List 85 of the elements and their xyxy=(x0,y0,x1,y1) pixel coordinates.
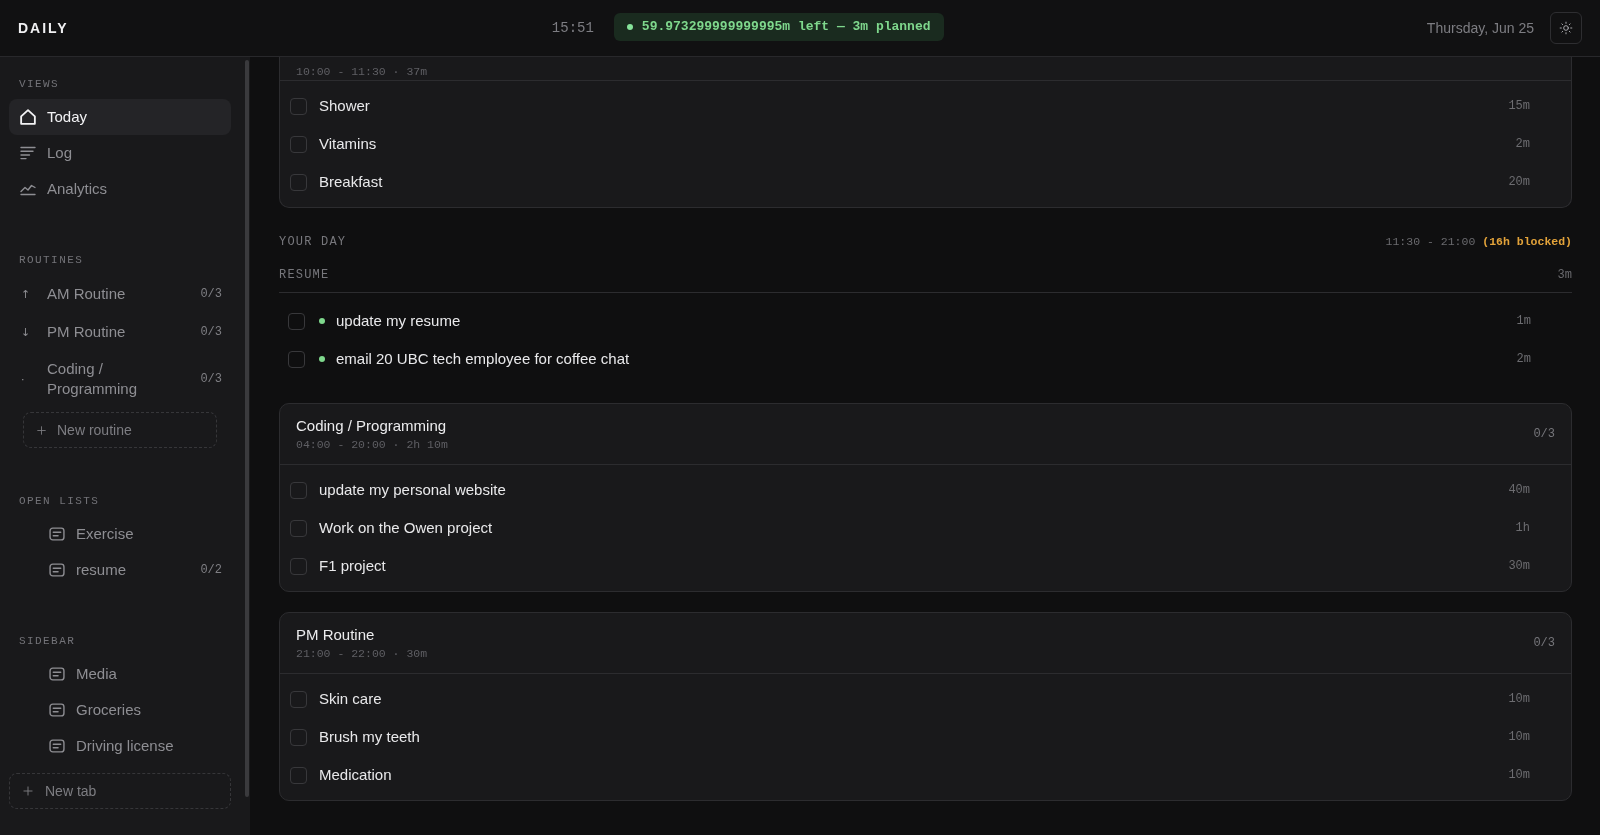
routine-title: PM Routine xyxy=(296,624,376,645)
checkbox[interactable] xyxy=(290,135,307,153)
routine-meta: 10:00 - 11:30 · 37m xyxy=(296,65,428,78)
checkbox[interactable] xyxy=(288,312,305,330)
task-count: 0/3 xyxy=(1533,635,1555,652)
task-duration: 10m xyxy=(1508,767,1530,784)
sidebar-item[interactable]: ↓ PM Routine 0/3 xyxy=(9,313,231,351)
task-label: Skin care xyxy=(319,689,382,709)
task-label: update my resume xyxy=(336,311,461,331)
task-duration: 10m xyxy=(1508,729,1530,746)
clock: 15:51 xyxy=(551,18,594,38)
checkbox[interactable] xyxy=(290,481,307,499)
section-label: VIEWS xyxy=(18,77,61,92)
time-left-text: 59.973299999999995m left — 3m planned xyxy=(641,17,931,36)
task-duration: 10m xyxy=(1508,691,1530,708)
task-count: 0/3 xyxy=(1533,426,1555,443)
task-duration: 20m xyxy=(1508,174,1530,191)
task-duration: 2m xyxy=(1516,351,1531,368)
checkbox[interactable] xyxy=(290,557,307,575)
sidebar-item[interactable]: Media xyxy=(9,656,231,692)
note-icon xyxy=(49,739,65,753)
day-range: 11:30 - 21:00 xyxy=(1385,234,1476,251)
task-label: Medication xyxy=(319,765,392,785)
routine-title: Coding / Programming xyxy=(296,415,448,436)
item-count: 0/3 xyxy=(200,286,222,303)
task-label: Work on the Owen project xyxy=(319,518,493,538)
task-duration: 40m xyxy=(1508,482,1530,499)
routine-marker: ↓ xyxy=(20,326,31,339)
routine-marker: ↑ xyxy=(20,288,31,301)
sidebar-item[interactable]: Groceries xyxy=(9,692,231,728)
routine-marker: · xyxy=(20,373,25,386)
plus-icon xyxy=(21,784,35,798)
new-routine-button[interactable]: New routine xyxy=(23,412,217,448)
home-icon xyxy=(20,109,36,125)
item-count: 0/2 xyxy=(200,562,222,579)
sidebar-item[interactable]: resume 0/2 xyxy=(9,552,231,588)
checkbox[interactable] xyxy=(290,173,307,191)
checkbox[interactable] xyxy=(290,519,307,537)
task-label: F1 project xyxy=(319,556,386,576)
routine-meta: 04:00 - 20:00 · 2h 10m xyxy=(296,436,448,453)
sidebar-item[interactable]: Today xyxy=(9,99,231,135)
lines-icon xyxy=(20,145,36,161)
section-label: YOUR DAY xyxy=(279,234,347,251)
note-icon xyxy=(49,527,65,541)
note-icon xyxy=(49,563,65,577)
sidebar-item[interactable]: Analytics xyxy=(9,171,231,207)
routine-meta: 21:00 - 22:00 · 30m xyxy=(296,645,428,662)
note-icon xyxy=(49,703,65,717)
checkbox[interactable] xyxy=(290,97,307,115)
sidebar-item[interactable]: Log xyxy=(9,135,231,171)
checkbox[interactable] xyxy=(290,728,307,746)
note-icon xyxy=(49,667,65,681)
new-tab-button[interactable]: New tab xyxy=(9,773,231,809)
task-label: Vitamins xyxy=(319,134,377,154)
blocked-note: (16h blocked) xyxy=(1482,234,1572,251)
date-label: Thursday, Jun 25 xyxy=(1426,18,1534,38)
checkbox[interactable] xyxy=(290,766,307,784)
item-count: 0/3 xyxy=(200,371,222,388)
plus-icon xyxy=(35,423,48,437)
item-count: 0/3 xyxy=(200,324,222,341)
section-label: ROUTINES xyxy=(18,253,85,268)
task-label: Brush my teeth xyxy=(319,727,420,747)
sidebar-item[interactable]: Driving license xyxy=(9,728,231,764)
task-label: Shower xyxy=(319,96,370,116)
group-total: 3m xyxy=(1557,267,1572,283)
group-label: RESUME xyxy=(279,267,330,283)
task-label: update my personal website xyxy=(319,480,506,500)
section-label: OPEN LISTS xyxy=(18,494,101,509)
task-duration: 15m xyxy=(1508,98,1530,115)
theme-toggle-button[interactable] xyxy=(1550,12,1582,44)
sun-icon xyxy=(1559,21,1573,35)
sidebar-item[interactable]: ↑ AM Routine 0/3 xyxy=(9,275,231,313)
checkbox[interactable] xyxy=(290,690,307,708)
task-duration: 30m xyxy=(1508,558,1530,575)
app-logo: DAILY xyxy=(18,18,69,38)
task-duration: 1m xyxy=(1516,313,1531,330)
task-duration: 2m xyxy=(1515,136,1530,153)
sidebar-item[interactable]: Exercise xyxy=(9,516,231,552)
task-label: Breakfast xyxy=(319,172,383,192)
checkbox[interactable] xyxy=(288,350,305,368)
task-label: email 20 UBC tech employee for coffee chat xyxy=(336,349,630,369)
task-duration: 1h xyxy=(1515,520,1530,537)
section-label: SIDEBAR xyxy=(18,634,77,649)
scrollbar-thumb[interactable] xyxy=(245,60,249,797)
sidebar-item[interactable]: · Coding / Programming 0/3 xyxy=(9,351,231,407)
